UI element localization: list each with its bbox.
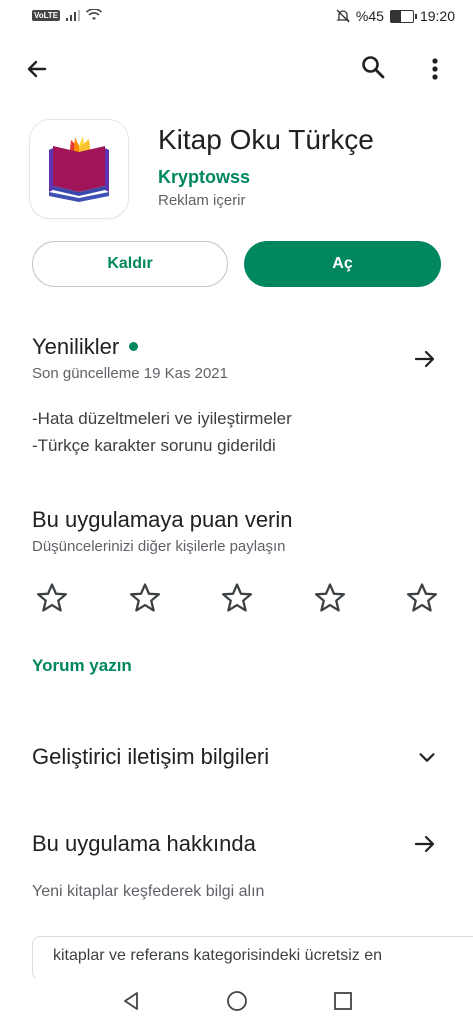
developer-contact-toggle[interactable] xyxy=(412,742,442,772)
star-outline-icon xyxy=(221,583,253,612)
rate-app-subtitle: Düşüncelerinizi diğer kişilerle paylaşın xyxy=(32,538,286,555)
back-button[interactable] xyxy=(20,52,54,86)
search-button[interactable] xyxy=(356,50,390,84)
nav-recents-icon xyxy=(333,992,352,1010)
category-chip[interactable]: kitaplar ve referans kategorisindeki ücr… xyxy=(32,936,473,980)
battery-level xyxy=(390,10,401,22)
arrow-right-icon xyxy=(414,350,435,368)
app-icon xyxy=(30,120,128,218)
star-rating xyxy=(32,578,442,618)
nav-recents-button[interactable] xyxy=(328,986,358,1016)
release-notes: -Hata düzeltmeleri ve iyileştirmeler -Tü… xyxy=(32,405,292,459)
whats-new-title: Yenilikler xyxy=(32,334,120,359)
star-1[interactable] xyxy=(32,578,72,618)
more-vert-icon xyxy=(432,58,438,80)
release-note: -Hata düzeltmeleri ve iyileştirmeler xyxy=(32,409,292,428)
battery-icon xyxy=(389,9,417,23)
nav-back-icon xyxy=(123,992,138,1010)
write-review-link[interactable]: Yorum yazın xyxy=(32,656,132,676)
star-2[interactable] xyxy=(125,578,165,618)
app-title: Kitap Oku Türkçe xyxy=(158,124,374,155)
star-3[interactable] xyxy=(217,578,257,618)
developer-link[interactable]: Kryptowss xyxy=(158,167,250,188)
nav-back-button[interactable] xyxy=(116,986,146,1016)
star-outline-icon xyxy=(406,583,438,612)
nav-home-icon xyxy=(226,991,247,1011)
developer-contact-title[interactable]: Geliştirici iletişim bilgileri xyxy=(32,744,269,770)
arrow-right-icon xyxy=(414,835,435,853)
star-outline-icon xyxy=(129,583,160,612)
open-button[interactable]: Aç xyxy=(244,241,441,287)
contains-ads-label: Reklam içerir xyxy=(158,192,246,209)
open-book-logo xyxy=(49,136,109,202)
about-arrow-button[interactable] xyxy=(410,829,440,859)
status-bar: VoLTE %45 19:20 xyxy=(0,0,473,34)
last-updated: Son güncelleme 19 Kas 2021 xyxy=(32,365,228,382)
battery-percent: %45 xyxy=(355,8,384,24)
nav-home-button[interactable] xyxy=(222,986,252,1016)
release-note: -Türkçe karakter sorunu giderildi xyxy=(32,436,276,455)
clock: 19:20 xyxy=(419,8,455,24)
wifi-icon xyxy=(86,9,103,20)
uninstall-button[interactable]: Kaldır xyxy=(32,241,228,287)
star-outline-icon xyxy=(314,583,345,612)
status-right: %45 19:20 xyxy=(336,8,455,24)
whats-new-header[interactable]: Yenilikler xyxy=(32,334,139,360)
about-title[interactable]: Bu uygulama hakkında xyxy=(32,831,256,857)
star-4[interactable] xyxy=(310,578,350,618)
signal-icon xyxy=(66,9,81,21)
system-navigation-bar xyxy=(0,978,473,1024)
chevron-down-icon xyxy=(419,753,435,762)
back-arrow-icon xyxy=(27,60,47,78)
star-5[interactable] xyxy=(402,578,442,618)
rate-app-title: Bu uygulamaya puan verin xyxy=(32,507,293,532)
whats-new-arrow-button[interactable] xyxy=(410,344,440,374)
more-options-button[interactable] xyxy=(422,52,448,86)
search-icon xyxy=(362,56,385,79)
star-outline-icon xyxy=(36,583,68,612)
status-left: VoLTE xyxy=(32,9,103,21)
new-indicator-dot xyxy=(129,342,139,352)
volte-badge: VoLTE xyxy=(32,9,61,21)
about-summary: Yeni kitaplar keşfederek bilgi alın xyxy=(32,883,265,900)
mute-icon xyxy=(336,9,350,23)
